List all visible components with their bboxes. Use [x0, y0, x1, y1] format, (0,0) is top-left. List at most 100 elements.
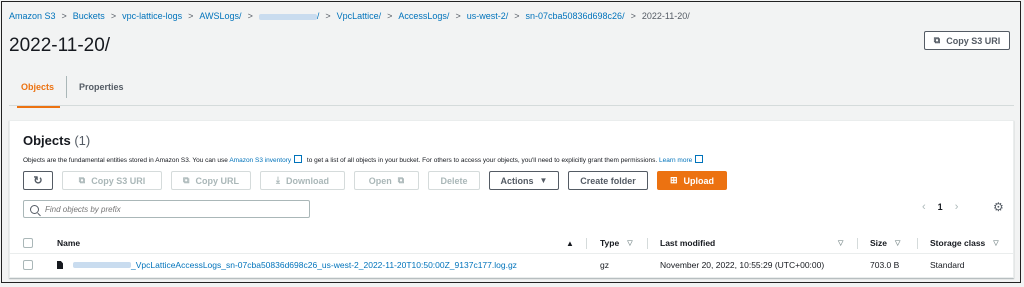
page-number[interactable]: 1	[938, 202, 943, 212]
breadcrumb-awslogs[interactable]: AWSLogs/	[199, 11, 241, 21]
external-link-icon: ⧉	[397, 175, 405, 185]
external-link-icon	[294, 155, 303, 163]
chevron-right-icon: >	[387, 11, 393, 21]
table-row[interactable]: _VpcLatticeAccessLogs_sn-07cba50836d698c…	[10, 254, 1013, 276]
s3-inventory-link[interactable]: Amazon S3 inventory	[229, 157, 291, 164]
select-all-checkbox[interactable]	[23, 233, 33, 253]
breadcrumb-amazon-s3[interactable]: Amazon S3	[9, 11, 56, 21]
upload-button[interactable]: ⊞ Upload	[657, 171, 727, 190]
copy-s3-uri-button[interactable]: ⧉ Copy S3 URI	[924, 31, 1010, 50]
copy-s3-uri-button-disabled[interactable]: ⧉ Copy S3 URI	[62, 171, 162, 190]
redacted-block	[73, 262, 131, 268]
chevron-right-icon: >	[188, 11, 194, 21]
column-last-modified[interactable]: Last modified	[660, 233, 715, 253]
column-storage-class[interactable]: Storage class ▽	[930, 233, 999, 253]
column-divider	[857, 238, 858, 249]
breadcrumb-vpclattice[interactable]: VpcLattice/	[337, 11, 382, 21]
table-header: Name ▲ Type ▽ Last modified ▽ Size ▽ Stora…	[10, 233, 1013, 254]
actions-label: Actions	[500, 175, 534, 186]
caret-down-icon: ▼	[539, 176, 548, 185]
download-label: Download	[285, 175, 329, 186]
chevron-right-icon: >	[514, 11, 520, 21]
object-size: 703.0 B	[870, 260, 900, 270]
object-name-cell[interactable]: _VpcLatticeAccessLogs_sn-07cba50836d698c…	[57, 254, 517, 276]
copy-s3-uri-label: Copy S3 URI	[91, 175, 146, 186]
panel-title: Objects (1)	[23, 133, 90, 148]
search-input[interactable]	[43, 203, 297, 215]
sort-icon: ▽	[993, 240, 999, 247]
actions-dropdown[interactable]: Actions ▼	[489, 171, 559, 190]
s3-console-window: Amazon S3 > Buckets > vpc-lattice-logs >…	[1, 1, 1021, 283]
breadcrumb-bucket[interactable]: vpc-lattice-logs	[122, 11, 182, 21]
objects-toolbar: ↻ ⧉ Copy S3 URI ⧉ Copy URL ⤓ Download Op…	[23, 171, 727, 190]
object-storage-class: Standard	[930, 260, 965, 270]
redacted-block	[258, 13, 317, 20]
refresh-icon: ↻	[33, 175, 43, 187]
tab-bar: Objects Properties	[9, 76, 136, 108]
sort-icon: ▽	[895, 240, 901, 247]
column-size-label: Size	[870, 238, 888, 248]
column-divider	[917, 238, 918, 249]
objects-panel: Objects (1) Objects are the fundamental …	[9, 120, 1014, 278]
download-button[interactable]: ⤓ Download	[260, 171, 345, 190]
tab-underline	[9, 105, 1014, 106]
chevron-right-icon: >	[325, 11, 331, 21]
search-icon	[30, 204, 39, 214]
copy-icon: ⧉	[933, 35, 941, 45]
chevron-left-icon[interactable]: ‹	[922, 201, 926, 213]
object-type: gz	[600, 260, 609, 270]
description-text-2: to get a list of all objects in your buc…	[305, 157, 659, 164]
column-name-label: Name	[57, 238, 81, 248]
panel-title-text: Objects	[23, 133, 71, 148]
chevron-right-icon[interactable]: ›	[955, 201, 959, 213]
upload-label: Upload	[683, 175, 715, 186]
gear-icon[interactable]: ⚙	[993, 200, 1004, 214]
breadcrumb: Amazon S3 > Buckets > vpc-lattice-logs >…	[9, 11, 690, 21]
copy-icon: ⧉	[78, 175, 86, 185]
sort-icon[interactable]: ▽	[838, 233, 843, 253]
sort-caret-up-icon[interactable]: ▲	[566, 233, 574, 253]
create-folder-button[interactable]: Create folder	[568, 171, 648, 190]
breadcrumb-account-id[interactable]: /	[258, 11, 319, 21]
column-size[interactable]: Size ▽	[870, 233, 900, 253]
delete-label: Delete	[440, 175, 468, 186]
refresh-button[interactable]: ↻	[23, 171, 53, 190]
object-last-modified: November 20, 2022, 10:55:29 (UTC+00:00)	[660, 260, 825, 270]
row-checkbox[interactable]	[23, 254, 33, 276]
panel-description: Objects are the fundamental entities sto…	[23, 155, 706, 164]
search-box[interactable]	[23, 200, 310, 218]
breadcrumb-region[interactable]: us-west-2/	[467, 11, 509, 21]
column-last-modified-label: Last modified	[660, 238, 716, 248]
chevron-right-icon: >	[247, 11, 253, 21]
delete-button[interactable]: Delete	[428, 171, 480, 190]
breadcrumb-current: 2022-11-20/	[641, 11, 690, 21]
open-button[interactable]: Open ⧉	[354, 171, 419, 190]
chevron-right-icon: >	[110, 11, 117, 21]
checkbox[interactable]	[23, 260, 33, 270]
copy-icon: ⧉	[183, 175, 190, 185]
column-type[interactable]: Type ▽	[600, 233, 633, 253]
chevron-right-icon: >	[630, 11, 636, 21]
download-icon: ⤓	[276, 175, 280, 185]
copy-s3-uri-label: Copy S3 URI	[946, 35, 1001, 46]
column-storage-class-label: Storage class	[930, 238, 986, 248]
breadcrumb-service-network[interactable]: sn-07cba50836d698c26/	[525, 11, 624, 21]
object-count: (1)	[74, 133, 91, 148]
checkbox[interactable]	[23, 238, 33, 248]
copy-url-button[interactable]: ⧉ Copy URL	[171, 171, 251, 190]
breadcrumb-buckets[interactable]: Buckets	[73, 11, 105, 21]
tab-objects[interactable]: Objects	[9, 76, 66, 108]
description-text: Objects are the fundamental entities sto…	[23, 157, 230, 164]
column-divider	[586, 238, 587, 249]
learn-more-link[interactable]: Learn more	[659, 157, 692, 164]
breadcrumb-accesslogs[interactable]: AccessLogs/	[398, 11, 449, 21]
sort-icon: ▽	[627, 240, 633, 247]
tab-properties[interactable]: Properties	[67, 76, 136, 102]
create-folder-label: Create folder	[580, 175, 636, 186]
object-name-link[interactable]: _VpcLatticeAccessLogs_sn-07cba50836d698c…	[131, 260, 517, 270]
column-name[interactable]: Name	[57, 233, 80, 253]
pagination: ‹ 1 ›	[922, 201, 958, 213]
page-title: 2022-11-20/	[9, 35, 111, 56]
upload-icon: ⊞	[669, 175, 678, 185]
file-icon	[57, 261, 63, 269]
